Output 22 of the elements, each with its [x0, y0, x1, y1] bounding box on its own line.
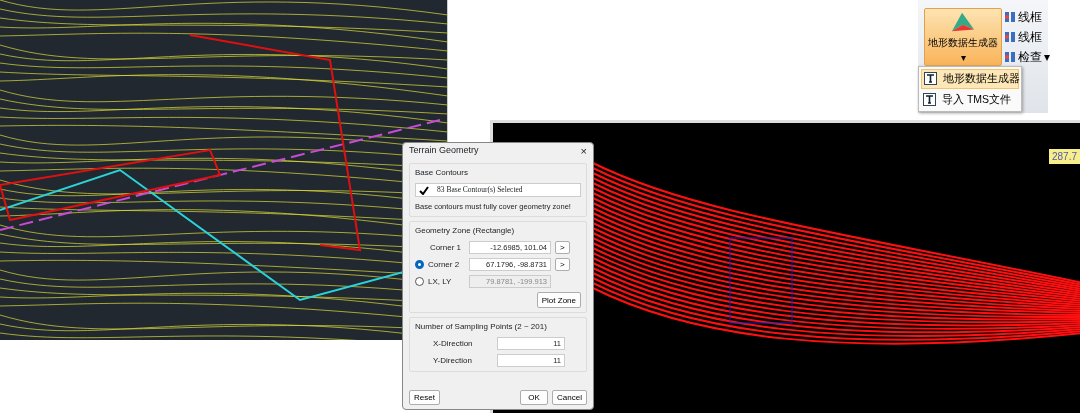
ribbon-tool-button[interactable]: 检查 ▾ [1004, 48, 1050, 66]
pick-button[interactable]: > [555, 258, 570, 272]
ok-button[interactable]: OK [520, 390, 549, 405]
field-label: X-Direction [432, 337, 474, 350]
close-button[interactable]: × [580, 142, 587, 160]
radio-button[interactable]: Corner 2 [415, 258, 465, 271]
field-label: Corner 1 [428, 241, 461, 254]
menu-item[interactable]: 地形数据生成器 [921, 69, 1019, 89]
menu-item[interactable]: 导入 TMS文件 [921, 90, 1019, 109]
coordinate-label: 287.7 [1048, 149, 1080, 164]
field-label: Y-Direction [432, 354, 473, 367]
terrain-generator-button[interactable]: 地形数据生成器 ▾ [924, 8, 1002, 66]
group-title: Base Contours [415, 167, 469, 179]
pick-button[interactable]: > [555, 241, 570, 255]
dialog-title: Terrain Geometry [409, 144, 479, 158]
group-title: Number of Sampling Points (2 ~ 201) [415, 321, 548, 334]
ribbon-tool-button[interactable]: 线框 [1004, 28, 1050, 46]
ribbon-tool-button[interactable]: 线框 [1004, 8, 1050, 26]
reset-button[interactable]: Reset [409, 390, 440, 405]
plot-zone-button[interactable]: Plot Zone [536, 292, 581, 309]
cancel-button[interactable]: Cancel [552, 390, 587, 405]
group-title: Geometry Zone (Rectangle) [415, 225, 516, 238]
